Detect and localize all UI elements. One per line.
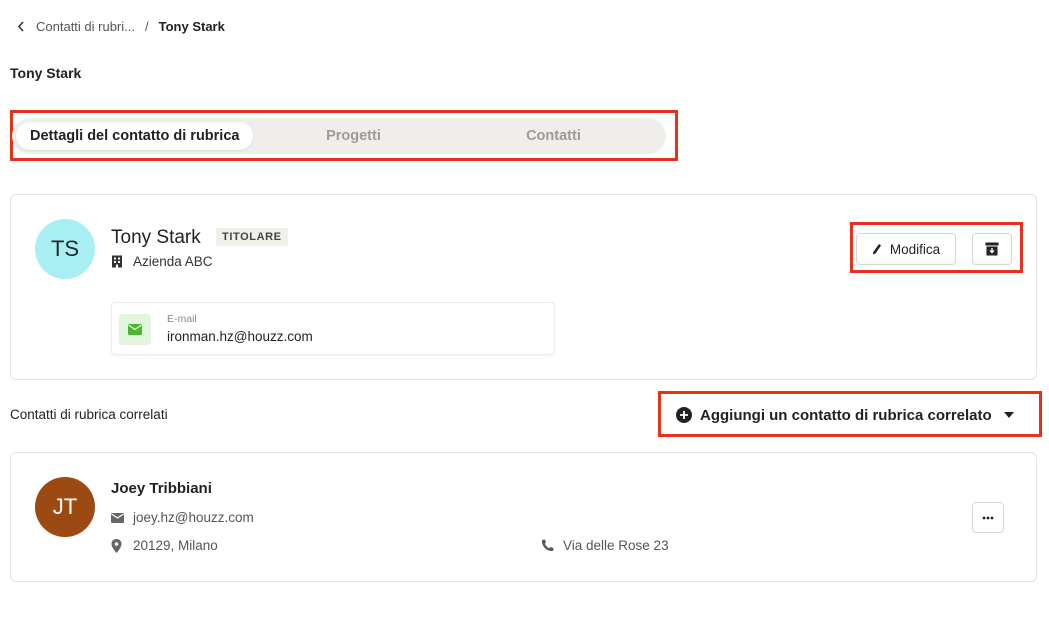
archive-box-icon: [985, 242, 999, 256]
related-contact-street: Via delle Rose 23: [563, 538, 669, 553]
plus-circle-icon: [676, 407, 692, 423]
page-title: Tony Stark: [10, 65, 82, 81]
related-contact-name[interactable]: Joey Tribbiani: [111, 480, 212, 497]
edit-button[interactable]: Modifica: [856, 233, 956, 265]
related-contact-email-row: joey.hz@houzz.com: [111, 510, 254, 525]
caret-down-icon: [1003, 412, 1014, 418]
pencil-icon: [872, 243, 882, 255]
phone-icon: [541, 539, 555, 552]
contact-name: Tony Stark: [111, 227, 201, 248]
breadcrumb-separator: /: [145, 18, 149, 34]
avatar: JT: [35, 477, 95, 537]
breadcrumb-current: Tony Stark: [158, 18, 225, 34]
email-value[interactable]: ironman.hz@houzz.com: [167, 329, 313, 344]
company-row: Azienda ABC: [111, 254, 213, 269]
chevron-left-icon[interactable]: [14, 19, 28, 33]
related-section-title: Contatti di rubrica correlati: [10, 407, 168, 422]
map-pin-icon: [111, 538, 125, 553]
related-contact-street-row: Via delle Rose 23: [541, 538, 669, 553]
add-related-contact-button[interactable]: Aggiungi un contatto di rubrica correlat…: [676, 404, 1014, 426]
email-label: E-mail: [167, 313, 197, 325]
related-contact-city: 20129, Milano: [133, 538, 218, 553]
breadcrumb: Contatti di rubri... / Tony Stark: [14, 17, 225, 35]
building-icon: [111, 255, 125, 268]
company-name: Azienda ABC: [133, 254, 213, 269]
avatar: TS: [35, 219, 95, 279]
related-contact-city-row: 20129, Milano: [111, 538, 218, 553]
tab-contact-details[interactable]: Dettagli del contatto di rubrica: [16, 122, 254, 150]
breadcrumb-parent-link[interactable]: Contatti di rubri...: [36, 19, 135, 34]
tab-contacts[interactable]: Contatti: [453, 122, 653, 150]
add-related-contact-label: Aggiungi un contatto di rubrica correlat…: [700, 406, 992, 424]
ellipsis-icon: [982, 516, 994, 520]
envelope-icon: [111, 512, 125, 523]
role-badge: TITOLARE: [216, 228, 288, 246]
related-contact-email[interactable]: joey.hz@houzz.com: [133, 510, 254, 525]
edit-button-label: Modifica: [889, 241, 941, 257]
envelope-icon: [119, 314, 151, 345]
archive-button[interactable]: [972, 233, 1012, 265]
tab-bar: Dettagli del contatto di rubrica Progett…: [12, 118, 666, 154]
tab-projects[interactable]: Progetti: [253, 122, 453, 150]
more-options-button[interactable]: [972, 502, 1004, 533]
